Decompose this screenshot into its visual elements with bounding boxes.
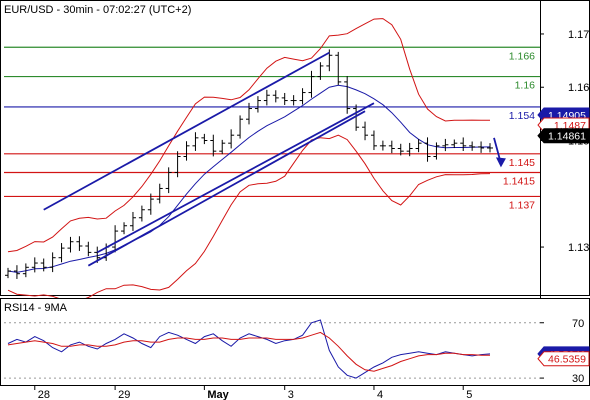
rsi-title: RSI14 - 9MA (4, 302, 68, 314)
chart-canvas: EUR/USD - 30min - 07:02:27 (UTC+2) 1.17 1.… (0, 0, 590, 400)
level-label: 1.1415 (503, 175, 535, 187)
y-tick-label: 1.13 (568, 242, 589, 254)
y-tick-label: 1.16 (568, 82, 589, 94)
x-tick-label: 4 (377, 389, 383, 400)
x-tick-label: 29 (118, 389, 130, 400)
price-tag-label: 1.14861 (548, 131, 586, 143)
rsi-panel-frame (0, 298, 590, 386)
x-tick-label: May (207, 389, 229, 400)
level-label: 1.166 (509, 50, 535, 62)
rsi-tag-label: 46.5359 (548, 354, 586, 366)
y-tick-label: 1.17 (568, 29, 589, 41)
level-label: 1.145 (509, 157, 535, 169)
level-label: 1.137 (509, 199, 535, 211)
x-axis: 28 29 May 3 4 5 (0, 385, 590, 400)
x-tick-label: 3 (288, 389, 294, 400)
rsi-y-tick-label: 30 (572, 373, 584, 385)
rsi-panel: RSI14 - 9MA703047.504946.5359 (0, 298, 590, 386)
level-label: 1.154 (509, 110, 535, 122)
x-tick-label: 28 (38, 389, 50, 400)
x-tick-label: 5 (466, 389, 472, 400)
price-panel-frame (0, 0, 590, 296)
rsi-y-tick-label: 70 (572, 318, 584, 330)
chart-title: EUR/USD - 30min - 07:02:27 (UTC+2) (4, 4, 191, 16)
level-label: 1.16 (515, 80, 536, 92)
